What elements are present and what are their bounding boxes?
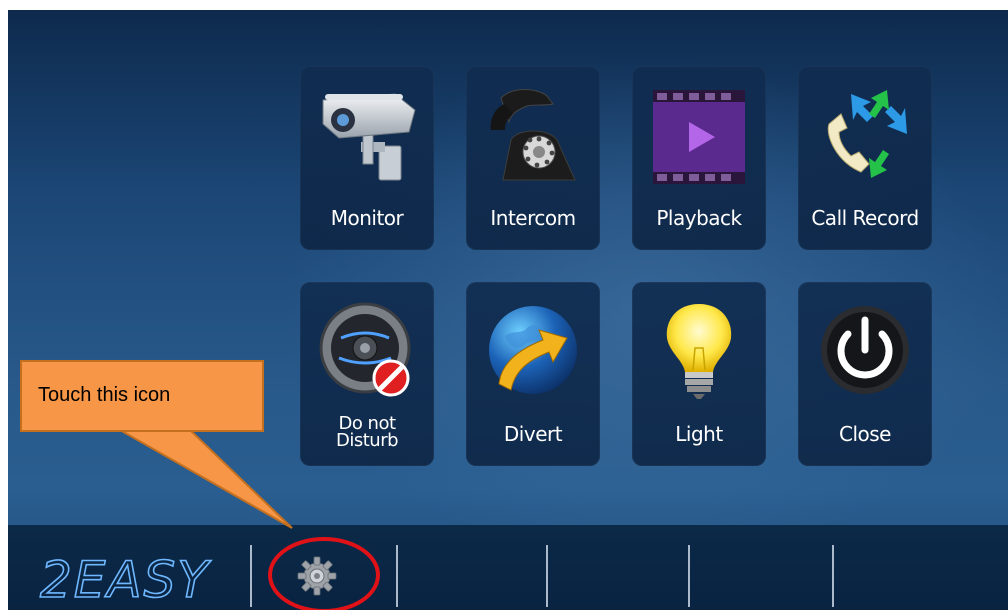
logo-text: 2EASY (40, 551, 211, 609)
divider (832, 545, 834, 607)
tile-do-not-disturb[interactable]: Do not Disturb (300, 282, 434, 466)
tile-label: Monitor (330, 206, 404, 230)
rotary-phone-icon (490, 89, 576, 181)
tile-intercom[interactable]: Intercom (466, 66, 600, 250)
divider (250, 545, 252, 607)
bottom-bar: 2EASY (8, 525, 1008, 610)
tile-label: Light (675, 422, 723, 446)
tile-label: Divert (503, 422, 563, 446)
tile-call-record[interactable]: Call Record (798, 66, 932, 250)
tile-divert[interactable]: Divert (466, 282, 600, 466)
tile-label: Call Record (811, 206, 919, 230)
tile-playback[interactable]: Playback (632, 66, 766, 250)
light-bulb-icon (666, 304, 732, 399)
tile-label: Do not Disturb (335, 413, 399, 451)
tile-monitor[interactable]: Monitor (300, 66, 434, 250)
divider (546, 545, 548, 607)
tile-label: Playback (656, 206, 742, 230)
globe-divert-icon (489, 306, 577, 394)
screen: Monitor Intercom Playback Call Record Do… (8, 10, 1008, 610)
call-record-icon (827, 90, 907, 178)
logo: 2EASY (39, 550, 211, 609)
tile-close[interactable]: Close (798, 282, 932, 466)
divider (688, 545, 690, 607)
cctv-camera-icon (322, 93, 416, 181)
highlight-circle (268, 537, 380, 610)
video-play-icon (653, 90, 745, 184)
tile-label: Intercom (490, 206, 576, 230)
tile-label: Close (839, 422, 891, 446)
speaker-mute-icon (319, 302, 411, 397)
callout-box: Touch this icon (20, 360, 264, 432)
callout-text: Touch this icon (38, 384, 171, 406)
tile-light[interactable]: Light (632, 282, 766, 466)
divider (396, 545, 398, 607)
power-icon (821, 306, 909, 394)
